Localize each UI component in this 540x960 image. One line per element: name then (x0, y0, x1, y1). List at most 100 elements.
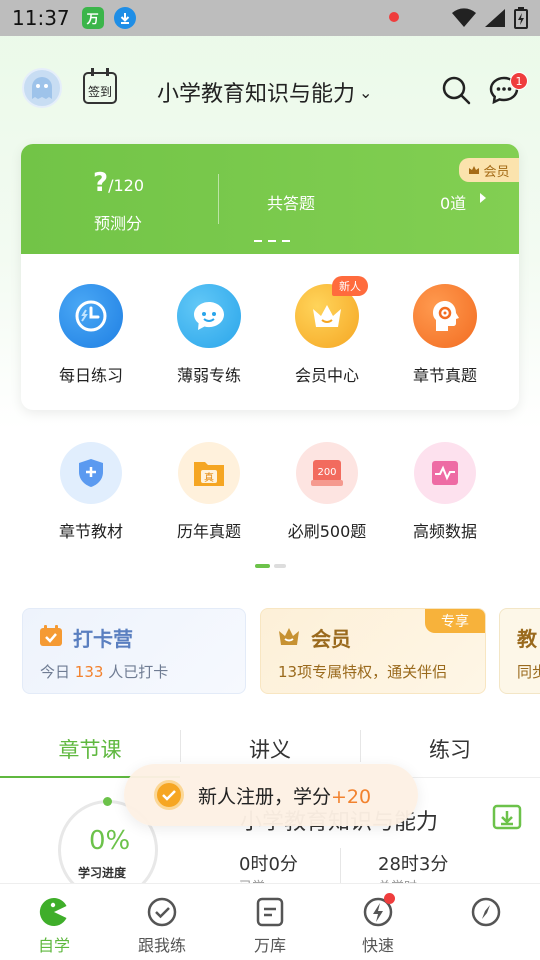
clock-bolt-icon (59, 284, 123, 348)
avatar[interactable] (22, 68, 62, 108)
score-card-header: 会员 ?/120 预测分 共答题 0道 (21, 144, 519, 254)
svg-text:200: 200 (317, 467, 336, 478)
toast-points: +20 (331, 785, 372, 808)
promo-title: 打卡营 (73, 627, 133, 651)
grid-item-label: 必刷500题 (287, 522, 367, 541)
crown-icon (469, 166, 480, 174)
message-badge: 1 (510, 72, 528, 90)
grid-item-label: 高频数据 (412, 522, 477, 541)
nav-label: 自学 (37, 936, 70, 955)
grid-item-must-do-500[interactable]: 200 必刷500题 (268, 442, 386, 542)
compass-icon (471, 897, 501, 927)
nav-self-study[interactable]: 自学 (0, 884, 108, 960)
battery-icon (514, 7, 528, 29)
promo-subtitle: 今日 133 人已打卡 (40, 661, 168, 682)
grid-item-frequent-data[interactable]: 高频数据 (386, 442, 504, 542)
bottom-nav: 自学 跟我练 万库 快速 (0, 883, 540, 960)
progress-label: 学习进度 (78, 866, 127, 880)
score-card: 会员 ?/120 预测分 共答题 0道 每日练习 薄弱专练 新人 会员中心 章节… (21, 144, 519, 410)
card-200-icon: 200 (296, 442, 358, 504)
predicted-score-total: /120 (108, 176, 145, 195)
signin-label: 签到 (87, 85, 112, 99)
progress-ring-dot (103, 797, 112, 806)
promo-subtitle: 同步 (517, 663, 540, 681)
vip-tag[interactable]: 会员 (459, 158, 519, 182)
quick-actions: 每日练习 薄弱专练 新人 会员中心 章节真题 (21, 276, 519, 386)
wifi-icon (452, 8, 476, 27)
checkin-count: 133 (74, 663, 104, 681)
toast-text: 新人注册，学分+20 (198, 782, 371, 809)
nav-label: 快速 (361, 936, 394, 955)
status-time: 11:37 (12, 6, 70, 30)
promo-checkin-camp[interactable]: 打卡营 今日 133 人已打卡 (22, 608, 246, 694)
promo-vip[interactable]: 会员 专享 13项专属特权，通关伴侣 (260, 608, 486, 694)
subject-selector[interactable]: 小学教育知识与能力 ⌄ (157, 76, 372, 108)
predicted-score-label: 预测分 (94, 214, 143, 233)
download-icon (113, 7, 136, 29)
grid-item-textbook[interactable]: 章节教材 (32, 442, 150, 542)
signin-button[interactable]: 签到 (83, 68, 117, 104)
calendar-check-icon (40, 625, 62, 646)
shield-plus-icon (60, 442, 122, 504)
nav-label: 万库 (253, 936, 286, 955)
nav-label: 跟我练 (137, 936, 186, 955)
pacman-icon (39, 897, 67, 926)
predicted-score-value: ? (93, 168, 109, 198)
crown-icon (279, 628, 299, 645)
promo-subtitle: 13项专属特权，通关伴侣 (278, 663, 448, 681)
toast-message: 新人注册，学分 (198, 785, 332, 808)
download-icon[interactable] (492, 802, 522, 832)
chat-face-icon (177, 284, 241, 348)
subject-name: 小学教育知识与能力 (157, 82, 356, 107)
pulse-chart-icon (414, 442, 476, 504)
nav-discover[interactable] (432, 884, 540, 960)
predicted-score[interactable]: ?/120 (93, 168, 144, 198)
promo-third[interactable]: 教 同步 (499, 608, 540, 694)
divider (218, 174, 219, 224)
check-badge-icon (154, 780, 184, 810)
quick-action-label: 每日练习 (58, 366, 123, 385)
ghost-avatar-icon (32, 77, 52, 99)
studied-time: 0时0分 (239, 854, 298, 875)
head-gear-icon (413, 284, 477, 348)
promo-title: 教 (517, 627, 537, 651)
checkin-prefix: 今日 (40, 663, 71, 681)
quick-action-label: 薄弱专练 (176, 366, 241, 385)
signal-icon (485, 9, 505, 27)
check-circle-icon (147, 897, 177, 927)
answered-label: 共答题 (267, 194, 316, 213)
quick-action-chapter-exams[interactable]: 章节真题 (386, 284, 504, 386)
nav-wanku[interactable]: 万库 (216, 884, 324, 960)
quick-action-daily-practice[interactable]: 每日练习 (32, 284, 150, 386)
quick-action-weak-practice[interactable]: 薄弱专练 (150, 284, 268, 386)
quick-action-label: 会员中心 (294, 366, 359, 385)
doc-lines-icon (256, 897, 284, 927)
new-user-badge: 新人 (332, 276, 368, 296)
quick-action-vip-center[interactable]: 新人 会员中心 (268, 276, 386, 386)
divider (340, 848, 341, 886)
grid-item-label: 历年真题 (176, 522, 241, 541)
checkin-suffix: 人已打卡 (108, 663, 169, 681)
total-time: 28时3分 (378, 854, 449, 875)
nav-quick[interactable]: 快速 (324, 884, 432, 960)
search-icon[interactable] (440, 74, 472, 106)
chevron-right-icon[interactable] (480, 193, 486, 203)
chevron-down-icon: ⌄ (359, 82, 373, 102)
nav-notification-dot (384, 893, 395, 904)
secondary-grid: 章节教材 真 历年真题 200 必刷500题 高频数据 (0, 442, 540, 542)
signup-reward-toast: 新人注册，学分+20 (124, 764, 418, 826)
vip-tag-label: 会员 (483, 164, 510, 180)
quick-action-label: 章节真题 (412, 366, 477, 385)
grid-item-past-exams[interactable]: 真 历年真题 (150, 442, 268, 542)
nav-follow-practice[interactable]: 跟我练 (108, 884, 216, 960)
folder-zhen-icon: 真 (178, 442, 240, 504)
progress-value: 0% (89, 826, 131, 856)
grid-page-indicator (255, 564, 286, 568)
exclusive-tag: 专享 (425, 609, 485, 633)
answered-count[interactable]: 0道 (440, 190, 466, 214)
wanku-app-icon: 万 (81, 7, 104, 29)
page-indicator-dashes (254, 240, 292, 242)
svg-text:真: 真 (204, 471, 214, 484)
grid-item-label: 章节教材 (58, 522, 123, 541)
status-bar: 11:37 万 (0, 0, 540, 36)
